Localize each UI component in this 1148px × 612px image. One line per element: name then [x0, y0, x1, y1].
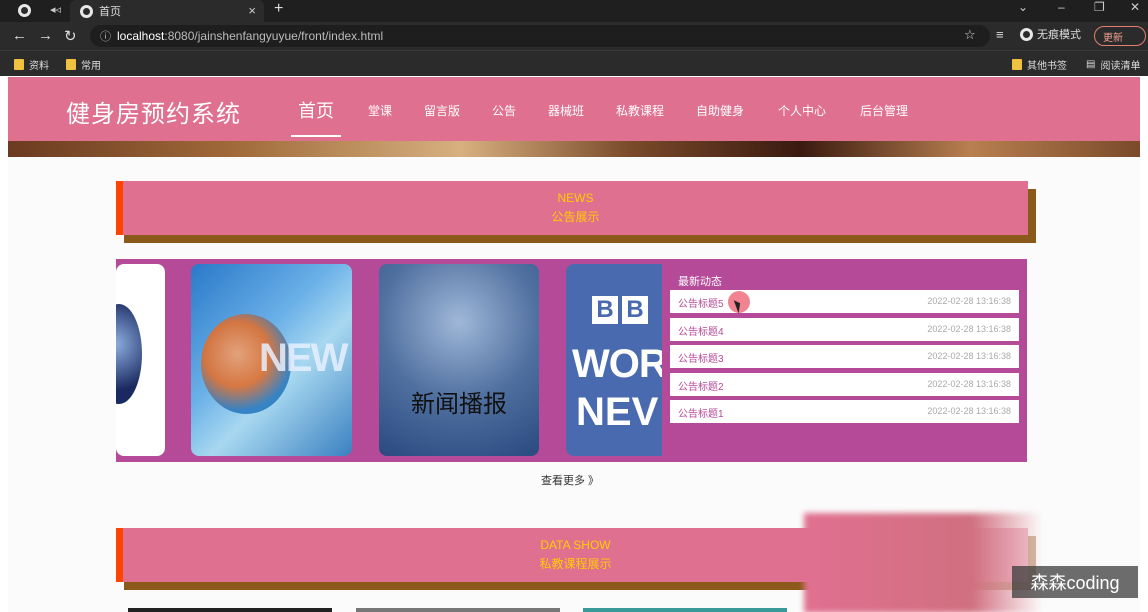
course-thumbnail[interactable]: [583, 608, 787, 612]
folder-icon: [1012, 59, 1022, 70]
bookmark-label: 资料: [29, 61, 49, 72]
bookmark-folder-0[interactable]: 资料: [14, 57, 49, 72]
news-list-item[interactable]: 公告标题5 2022-02-28 13:16:38: [670, 290, 1019, 313]
nav-classes[interactable]: 堂课: [368, 102, 392, 119]
view-more-link[interactable]: 查看更多 》: [541, 472, 599, 488]
news-date: 2022-02-28 13:16:38: [927, 379, 1011, 389]
news-list-item[interactable]: 公告标题3 2022-02-28 13:16:38: [670, 345, 1019, 368]
news-section-title-en: NEWS: [557, 191, 594, 205]
update-label: 更新: [1103, 32, 1123, 44]
world-text: WOR: [572, 342, 662, 386]
course-thumbnail[interactable]: [128, 608, 332, 612]
news-text: NEV: [576, 390, 659, 434]
forward-icon[interactable]: →: [38, 27, 53, 44]
url-host: localhost: [117, 29, 165, 43]
nav-equipment[interactable]: 器械班: [548, 102, 584, 119]
web-page: 健身房预约系统 首页 堂课 留言版 公告 器械班 私教课程 自助健身 个人中心 …: [8, 77, 1140, 612]
other-bookmarks[interactable]: 其他书签: [1012, 57, 1067, 72]
latest-news-title: 最新动态: [678, 276, 722, 288]
bookmark-label: 其他书签: [1027, 61, 1067, 72]
incognito-icon: [1020, 27, 1033, 41]
news-list-item[interactable]: 公告标题2 2022-02-28 13:16:38: [670, 373, 1019, 396]
bookmark-label: 常用: [81, 61, 101, 72]
restore-icon[interactable]: ❐: [1094, 0, 1105, 14]
nav-announcements[interactable]: 公告: [492, 102, 516, 119]
news-title: 公告标题3: [678, 354, 724, 365]
news-date: 2022-02-28 13:16:38: [927, 324, 1011, 334]
news-graphic-text: NEW: [259, 336, 348, 380]
incognito-label: 无痕模式: [1037, 29, 1081, 41]
news-carousel-card[interactable]: 新闻播报: [379, 264, 539, 456]
nav-message-board[interactable]: 留言版: [424, 102, 460, 119]
nav-self-fitness[interactable]: 自助健身: [696, 102, 744, 119]
reading-list[interactable]: ▤ 阅读清单: [1086, 57, 1140, 72]
bookmark-star-icon[interactable]: ☆: [964, 27, 976, 43]
tab-title: 首页: [99, 6, 121, 18]
news-list-item[interactable]: 公告标题4 2022-02-28 13:16:38: [670, 318, 1019, 341]
address-toolbar: ← → ↻ ⓘ localhost:8080/jainshenfangyuyue…: [0, 22, 1148, 50]
site-favicon-icon: [80, 4, 93, 18]
globe-graphic: [116, 304, 142, 404]
browser-tab[interactable]: 首页 ×: [70, 0, 264, 22]
news-date: 2022-02-28 13:16:38: [927, 296, 1011, 306]
audio-icon[interactable]: ◂◃: [50, 3, 61, 16]
browser-tab-bar: ◂◃ 首页 × + ⌄ – ❐ ✕: [0, 0, 1148, 22]
minimize-icon[interactable]: –: [1058, 0, 1065, 14]
bookmark-label: 阅读清单: [1100, 61, 1141, 72]
news-date: 2022-02-28 13:16:38: [927, 406, 1011, 416]
reload-icon[interactable]: ↻: [64, 27, 77, 45]
nav-home[interactable]: 首页: [298, 97, 334, 123]
news-title: 公告标题4: [678, 327, 724, 338]
nav-admin[interactable]: 后台管理: [860, 102, 908, 119]
site-header: 健身房预约系统 首页 堂课 留言版 公告 器械班 私教课程 自助健身 个人中心 …: [8, 77, 1140, 141]
news-carousel-card[interactable]: [116, 264, 165, 456]
bbc-logo: BB: [592, 296, 648, 324]
back-icon[interactable]: ←: [12, 27, 27, 44]
news-section-title-cn: 公告展示: [551, 210, 600, 224]
news-carousel-card[interactable]: BB WOR NEV: [566, 264, 662, 456]
site-logo[interactable]: 健身房预约系统: [66, 94, 241, 129]
chrome-icon[interactable]: [18, 4, 31, 17]
news-broadcast-text: 新闻播报: [411, 391, 507, 418]
active-nav-underline: [291, 135, 341, 137]
folder-icon: [66, 59, 76, 70]
news-list-item[interactable]: 公告标题1 2022-02-28 13:16:38: [670, 400, 1019, 423]
close-icon[interactable]: ×: [248, 3, 256, 18]
url-field[interactable]: ⓘ localhost:8080/jainshenfangyuyue/front…: [90, 25, 990, 47]
news-carousel-card[interactable]: NEW: [191, 264, 352, 456]
reading-list-icon: ▤: [1086, 59, 1096, 70]
news-title: 公告标题5: [678, 299, 724, 310]
incognito-indicator[interactable]: 无痕模式: [1020, 26, 1081, 42]
folder-icon: [14, 59, 24, 70]
url-path: :8080/jainshenfangyuyue/front/index.html: [164, 29, 384, 43]
bookmarks-bar: 资料 常用 其他书签 ▤ 阅读清单: [0, 50, 1148, 76]
window-close-icon[interactable]: ✕: [1130, 0, 1140, 14]
bookmark-folder-1[interactable]: 常用: [66, 57, 101, 72]
course-thumbnail[interactable]: [356, 608, 560, 612]
nav-user-center[interactable]: 个人中心: [778, 102, 826, 119]
blurred-overlay: [804, 513, 1044, 612]
news-section-header: NEWS 公告展示: [116, 181, 1028, 235]
new-tab-icon[interactable]: +: [274, 0, 283, 18]
chevron-down-icon[interactable]: ⌄: [1018, 0, 1028, 14]
news-date: 2022-02-28 13:16:38: [927, 351, 1011, 361]
reading-list-icon[interactable]: ≡: [996, 27, 1004, 42]
hero-banner: [8, 141, 1140, 157]
update-button[interactable]: 更新: [1094, 26, 1146, 46]
news-title: 公告标题1: [678, 409, 724, 420]
video-watermark: 森森coding: [1012, 566, 1138, 598]
news-title: 公告标题2: [678, 382, 724, 393]
nav-private-courses[interactable]: 私教课程: [616, 102, 664, 119]
info-icon[interactable]: ⓘ: [100, 28, 111, 44]
